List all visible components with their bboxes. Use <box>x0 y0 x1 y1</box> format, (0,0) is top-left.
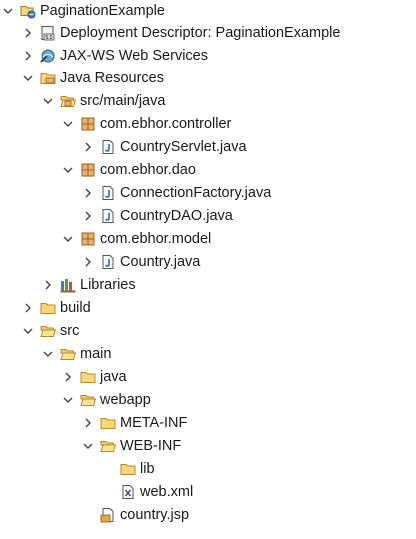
tree-item-label: Country.java <box>120 254 201 270</box>
tree-item-label: ConnectionFactory.java <box>120 185 272 201</box>
expand-arrow-icon[interactable] <box>82 251 94 273</box>
tree-item-label: Deployment Descriptor: PaginationExample <box>60 25 341 41</box>
tree-item-web-inf[interactable]: WEB-INF <box>82 435 181 457</box>
tree-item-jaxws[interactable]: JAX-WS Web Services <box>22 45 208 67</box>
collapse-arrow-icon[interactable] <box>42 343 54 365</box>
open-folder-icon <box>80 392 96 408</box>
tree-item-label: web.xml <box>140 484 194 500</box>
tree-item-web-xml[interactable]: web.xml <box>102 481 193 503</box>
tree-item-label: JAX-WS Web Services <box>60 48 208 64</box>
java-file-icon <box>100 208 116 224</box>
tree-item-country-servlet[interactable]: CountryServlet.java <box>82 136 247 158</box>
open-folder-icon <box>60 346 76 362</box>
expand-arrow-icon[interactable] <box>82 182 94 204</box>
java-file-icon <box>100 139 116 155</box>
deployment-descriptor-icon <box>40 25 56 41</box>
expand-arrow-icon[interactable] <box>22 297 34 319</box>
tree-item-label: country.jsp <box>120 507 190 523</box>
tree-item-label: META-INF <box>120 415 188 431</box>
libraries-icon <box>60 277 76 293</box>
package-icon <box>80 116 96 132</box>
tree-item-label: Java Resources <box>60 70 164 86</box>
package-icon <box>80 231 96 247</box>
tree-item-src[interactable]: src <box>22 320 79 342</box>
tree-item-java[interactable]: java <box>62 366 127 388</box>
tree-item-java-resources[interactable]: Java Resources <box>22 67 164 89</box>
tree-item-label: com.ebhor.controller <box>100 116 232 132</box>
tree-item-label: build <box>60 300 91 316</box>
collapse-arrow-icon[interactable] <box>62 113 74 135</box>
collapse-arrow-icon[interactable] <box>2 0 14 22</box>
tree-item-label: WEB-INF <box>120 438 182 454</box>
tree-item-libraries[interactable]: Libraries <box>42 274 136 296</box>
java-file-icon <box>100 254 116 270</box>
expand-arrow-icon[interactable] <box>42 274 54 296</box>
source-folder-icon <box>60 93 76 109</box>
open-folder-icon <box>40 323 56 339</box>
tree-item-country-java[interactable]: Country.java <box>82 251 200 273</box>
tree-item-label: src <box>60 323 80 339</box>
java-resources-icon <box>40 70 56 86</box>
tree-item-build[interactable]: build <box>22 297 91 319</box>
tree-item-project[interactable]: PaginationExample <box>2 0 165 22</box>
collapse-arrow-icon[interactable] <box>22 320 34 342</box>
tree-item-src-main-java[interactable]: src/main/java <box>42 90 165 112</box>
expand-arrow-icon[interactable] <box>22 22 34 44</box>
tree-item-label: lib <box>140 461 155 477</box>
collapse-arrow-icon[interactable] <box>42 90 54 112</box>
project-explorer-tree: PaginationExample Deployment Descriptor:… <box>0 0 416 539</box>
package-icon <box>80 162 96 178</box>
tree-item-label: webapp <box>100 392 151 408</box>
tree-item-pkg-controller[interactable]: com.ebhor.controller <box>62 113 231 135</box>
tree-item-pkg-dao[interactable]: com.ebhor.dao <box>62 159 196 181</box>
tree-item-label: CountryDAO.java <box>120 208 233 224</box>
no-arrow-spacer <box>82 504 94 526</box>
xml-file-icon <box>120 484 136 500</box>
tree-item-pkg-model[interactable]: com.ebhor.model <box>62 228 211 250</box>
tree-item-country-dao[interactable]: CountryDAO.java <box>82 205 233 227</box>
tree-item-webapp[interactable]: webapp <box>62 389 151 411</box>
expand-arrow-icon[interactable] <box>82 136 94 158</box>
jsp-file-icon <box>100 507 116 523</box>
java-file-icon <box>100 185 116 201</box>
open-folder-icon <box>100 438 116 454</box>
no-arrow-spacer <box>102 458 114 480</box>
collapse-arrow-icon[interactable] <box>22 67 34 89</box>
folder-icon <box>80 369 96 385</box>
expand-arrow-icon[interactable] <box>82 205 94 227</box>
tree-item-main[interactable]: main <box>42 343 111 365</box>
tree-item-connection-factory[interactable]: ConnectionFactory.java <box>82 182 271 204</box>
tree-item-label: src/main/java <box>80 93 166 109</box>
tree-item-deployment-descriptor[interactable]: Deployment Descriptor: PaginationExample <box>22 22 340 44</box>
no-arrow-spacer <box>102 481 114 503</box>
tree-item-label: com.ebhor.model <box>100 231 212 247</box>
tree-item-label: CountryServlet.java <box>120 139 247 155</box>
collapse-arrow-icon[interactable] <box>82 435 94 457</box>
collapse-arrow-icon[interactable] <box>62 159 74 181</box>
web-project-icon <box>20 3 36 19</box>
collapse-arrow-icon[interactable] <box>62 389 74 411</box>
tree-item-country-jsp[interactable]: country.jsp <box>82 504 189 526</box>
folder-icon <box>100 415 116 431</box>
tree-item-label: PaginationExample <box>40 3 165 19</box>
collapse-arrow-icon[interactable] <box>62 228 74 250</box>
tree-item-meta-inf[interactable]: META-INF <box>82 412 187 434</box>
expand-arrow-icon[interactable] <box>62 366 74 388</box>
folder-icon <box>40 300 56 316</box>
folder-icon <box>120 461 136 477</box>
tree-item-label: java <box>100 369 127 385</box>
tree-item-label: Libraries <box>80 277 136 293</box>
tree-item-label: main <box>80 346 112 362</box>
expand-arrow-icon[interactable] <box>22 45 34 67</box>
web-services-icon <box>40 48 56 64</box>
tree-item-lib[interactable]: lib <box>102 458 155 480</box>
tree-item-label: com.ebhor.dao <box>100 162 196 178</box>
expand-arrow-icon[interactable] <box>82 412 94 434</box>
